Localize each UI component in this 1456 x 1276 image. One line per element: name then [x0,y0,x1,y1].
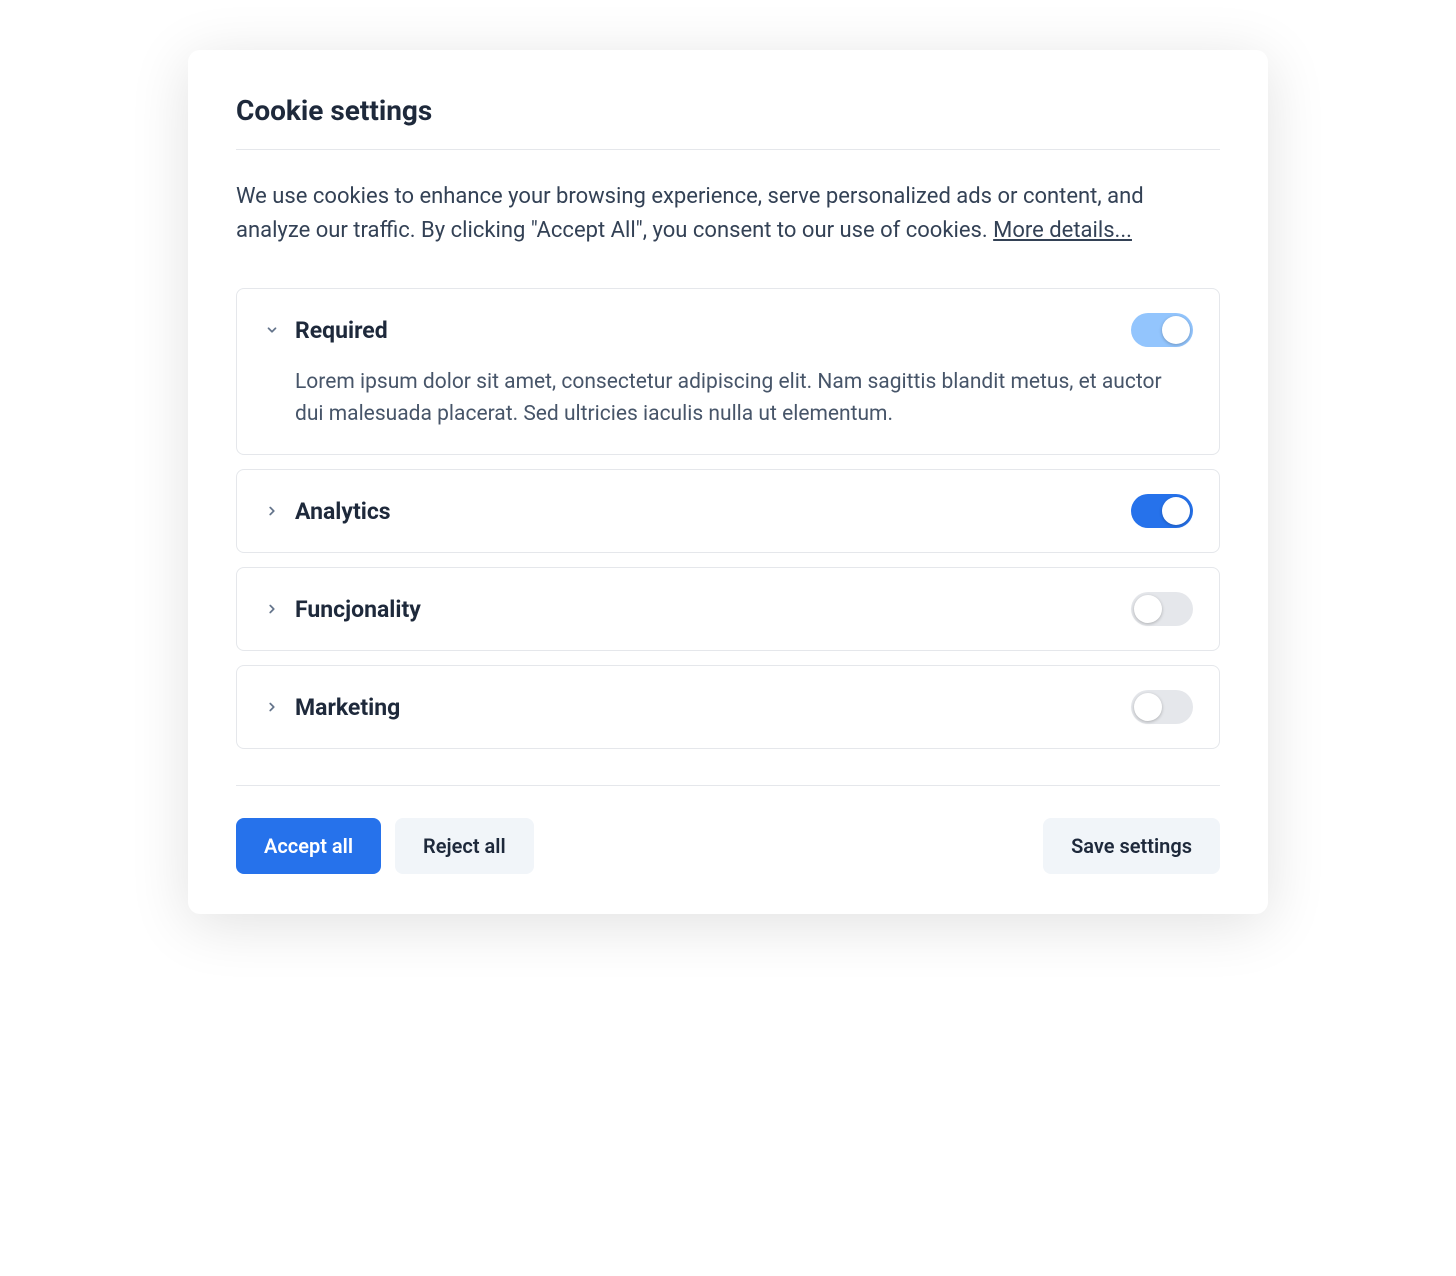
chevron-right-icon [263,698,281,716]
category-marketing-title: Marketing [295,694,1117,721]
toggle-analytics[interactable] [1131,494,1193,528]
toggle-knob [1134,693,1162,721]
category-required-description: Lorem ipsum dolor sit amet, consectetur … [263,367,1193,430]
toggle-knob [1162,316,1190,344]
category-analytics-title: Analytics [295,498,1117,525]
toggle-functionality[interactable] [1131,592,1193,626]
category-required-header[interactable]: Required [263,313,1193,347]
accept-all-button[interactable]: Accept all [236,818,381,874]
category-list: Required Lorem ipsum dolor sit amet, con… [236,288,1220,749]
toggle-knob [1134,595,1162,623]
toggle-required [1131,313,1193,347]
divider [236,149,1220,150]
chevron-right-icon [263,502,281,520]
category-functionality-header[interactable]: Funcjonality [263,592,1193,626]
category-marketing-header[interactable]: Marketing [263,690,1193,724]
chevron-right-icon [263,600,281,618]
category-analytics: Analytics [236,469,1220,553]
category-marketing: Marketing [236,665,1220,749]
category-required-title: Required [295,317,1117,344]
category-functionality-title: Funcjonality [295,596,1117,623]
cookie-description: We use cookies to enhance your browsing … [236,180,1220,248]
cookie-settings-card: Cookie settings We use cookies to enhanc… [188,50,1268,914]
reject-all-button[interactable]: Reject all [395,818,534,874]
more-details-link[interactable]: More details... [993,218,1132,243]
page-title: Cookie settings [236,94,1220,127]
category-functionality: Funcjonality [236,567,1220,651]
toggle-knob [1162,497,1190,525]
category-required: Required Lorem ipsum dolor sit amet, con… [236,288,1220,455]
toggle-marketing[interactable] [1131,690,1193,724]
chevron-down-icon [263,321,281,339]
save-settings-button[interactable]: Save settings [1043,818,1220,874]
footer-actions: Accept all Reject all Save settings [236,786,1220,874]
category-analytics-header[interactable]: Analytics [263,494,1193,528]
